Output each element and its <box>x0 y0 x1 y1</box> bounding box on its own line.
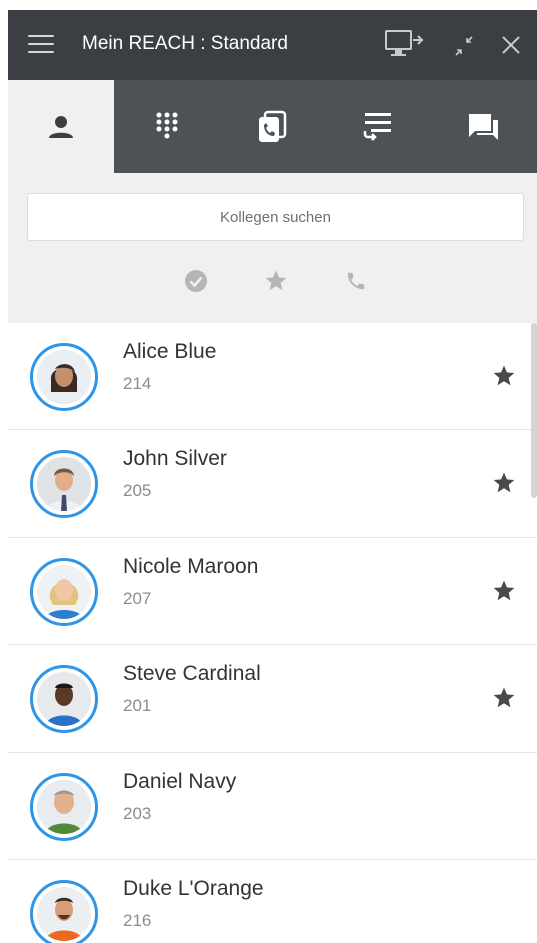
scrollbar[interactable] <box>531 323 537 498</box>
search-input[interactable] <box>27 193 524 241</box>
tab-chat[interactable] <box>431 80 537 173</box>
contact-name: Duke L'Orange <box>123 876 264 900</box>
contact-extension: 205 <box>123 481 152 501</box>
contact-name: Nicole Maroon <box>123 554 259 578</box>
contact-row[interactable]: Daniel Navy 203 <box>8 753 537 860</box>
phone-filter[interactable] <box>340 265 372 297</box>
tab-dialpad[interactable] <box>114 80 220 173</box>
contact-extension: 203 <box>123 803 152 823</box>
favorite-star-icon[interactable] <box>492 364 516 388</box>
favorites-filter[interactable] <box>260 265 292 297</box>
call-log-icon <box>259 110 287 142</box>
filter-bar <box>8 265 537 297</box>
app-title: Mein REACH : Standard <box>82 33 288 54</box>
queue-list-icon <box>364 112 392 141</box>
avatar <box>30 772 98 841</box>
phone-filter-icon <box>347 272 365 290</box>
contact-row[interactable]: Duke L'Orange 216 <box>8 860 537 943</box>
contact-name: Alice Blue <box>123 340 217 363</box>
favorite-star-icon[interactable] <box>492 471 516 495</box>
person-icon <box>48 115 73 138</box>
avatar <box>30 557 98 626</box>
contact-extension: 216 <box>123 910 152 930</box>
contact-row[interactable]: Steve Cardinal 201 <box>8 645 537 753</box>
contact-row[interactable]: Nicole Maroon 207 <box>8 538 537 646</box>
contact-extension: 207 <box>123 588 152 608</box>
contact-row[interactable]: Alice Blue 214 <box>8 323 537 431</box>
contact-row[interactable]: John Silver 205 <box>8 430 537 538</box>
tab-queue[interactable] <box>325 80 431 173</box>
screen-share-icon[interactable] <box>384 28 426 60</box>
available-filter-icon <box>185 270 207 292</box>
minimize-icon[interactable] <box>452 35 476 57</box>
contact-extension: 214 <box>123 374 152 393</box>
avatar <box>30 343 98 411</box>
search-panel <box>8 173 537 323</box>
favorite-star-icon[interactable] <box>492 579 516 603</box>
avatar <box>30 879 98 943</box>
contact-list: Alice Blue 214 John Silver 205 Nicole Ma… <box>8 323 537 943</box>
contact-name: Steve Cardinal <box>123 662 261 686</box>
contact-extension: 201 <box>123 696 152 716</box>
dialpad-icon <box>156 112 178 138</box>
title-bar: Mein REACH : Standard <box>8 10 537 80</box>
close-icon[interactable] <box>501 35 521 55</box>
favorites-filter-icon <box>265 270 287 291</box>
chat-icon <box>469 113 499 140</box>
available-filter[interactable] <box>180 265 212 297</box>
avatar <box>30 450 98 519</box>
favorite-star-icon[interactable] <box>492 686 516 710</box>
contact-name: John Silver <box>123 447 227 471</box>
tab-bar <box>8 80 537 173</box>
menu-icon[interactable] <box>28 35 54 55</box>
tab-contacts[interactable] <box>8 80 114 173</box>
avatar <box>30 665 98 734</box>
tab-call-log[interactable] <box>220 80 326 173</box>
contact-name: Daniel Navy <box>123 769 237 793</box>
